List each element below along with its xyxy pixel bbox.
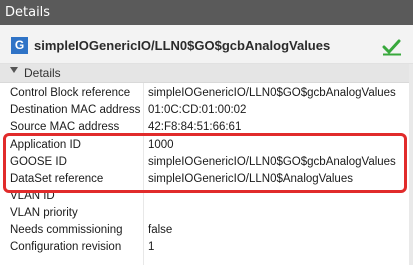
property-value: 1 [148,241,155,253]
property-label: Control Block reference [10,87,131,99]
vertical-scrollbar[interactable] [409,64,413,265]
check-icon[interactable] [382,38,402,56]
control-block-title: simpleIOGenericIO/LLN0$GO$gcbAnalogValue… [34,38,331,53]
property-row[interactable]: VLAN priority [0,207,413,224]
details-titlebar [0,0,413,25]
chevron-down-icon[interactable] [10,67,18,73]
property-label: Needs commissioning [10,224,123,236]
highlight-box [3,133,407,193]
property-row[interactable]: Destination MAC address 01:0C:CD:01:00:0… [0,104,413,121]
property-label: VLAN priority [10,207,78,219]
property-row[interactable]: Control Block reference simpleIOGenericI… [0,87,413,104]
property-value: false [148,224,173,236]
details-group-title: Details [24,66,61,80]
property-label: Destination MAC address [10,104,141,116]
property-label: Configuration revision [10,241,122,253]
goose-icon: G [11,37,28,54]
property-row[interactable]: Needs commissioning false [0,224,413,241]
window-title: Details [5,5,51,20]
property-row[interactable]: Configuration revision 1 [0,241,413,258]
property-value: 01:0C:CD:01:00:02 [148,104,247,116]
property-value: simpleIOGenericIO/LLN0$GO$gcbAnalogValue… [148,87,396,99]
property-label: Source MAC address [10,121,120,133]
property-value: 42:F8:84:51:66:61 [148,121,242,133]
details-group-header[interactable] [0,64,413,83]
